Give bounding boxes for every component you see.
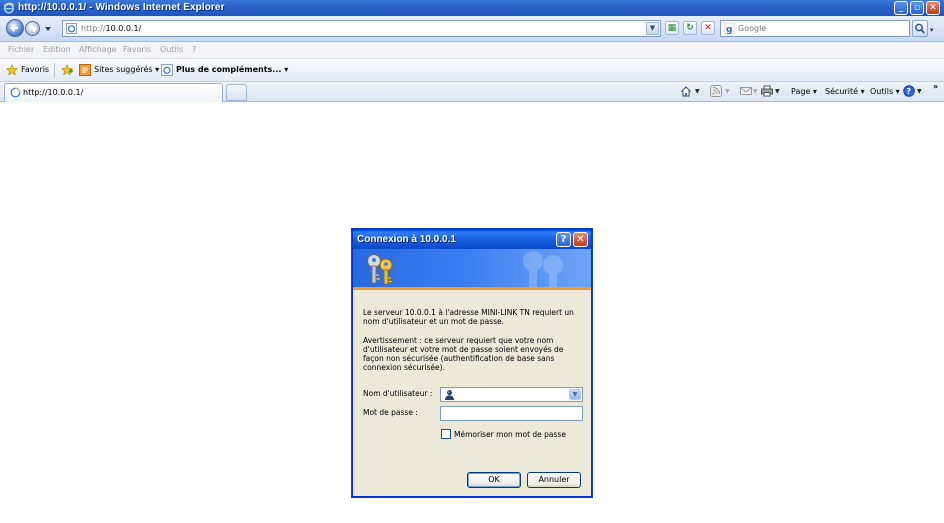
dialog-close-button[interactable]: ✕	[573, 232, 588, 247]
tab-label: http://10.0.0.1/	[23, 88, 84, 97]
search-box[interactable]: g	[720, 20, 910, 37]
favorites-star-icon	[6, 64, 18, 76]
suggested-sites-icon	[79, 64, 91, 76]
new-tab-button[interactable]	[226, 84, 247, 101]
menu-edition[interactable]: Edition	[43, 45, 71, 54]
dialog-banner	[353, 249, 591, 290]
add-favorite-icon[interactable]	[61, 64, 73, 76]
address-bar[interactable]: http://10.0.0.1/ ▼	[62, 20, 661, 37]
search-input[interactable]	[738, 22, 906, 35]
menu-help[interactable]: ?	[192, 45, 196, 54]
more-addons-button[interactable]: Plus de compléments... ▾	[176, 65, 288, 74]
close-window-button[interactable]: ✕	[926, 1, 940, 15]
ok-button[interactable]: OK	[467, 472, 521, 488]
back-button[interactable]	[6, 19, 24, 37]
refresh-icon[interactable]: ↻	[683, 21, 697, 35]
more-commands-chevron[interactable]: »	[933, 82, 938, 91]
back-arrow-icon	[10, 24, 18, 32]
remember-password-checkbox[interactable]	[441, 429, 451, 439]
svg-text:g: g	[726, 25, 732, 34]
menu-affichage[interactable]: Affichage	[79, 45, 117, 54]
mail-dropdown[interactable]: ▼	[753, 88, 758, 95]
svg-text:?: ?	[906, 87, 911, 96]
forward-button[interactable]	[25, 21, 40, 36]
window-title: http://10.0.0.1/ - Windows Internet Expl…	[18, 2, 225, 13]
keys-watermark-icon	[523, 251, 563, 287]
home-icon[interactable]	[680, 85, 692, 97]
security-menu[interactable]: Sécurité ▾	[825, 87, 865, 96]
cancel-button[interactable]: Annuler	[527, 472, 581, 488]
page-favicon-icon	[66, 23, 77, 34]
tab-loading-icon	[10, 87, 21, 98]
forward-arrow-icon	[30, 25, 38, 33]
favorites-separator	[54, 63, 55, 78]
minimize-button[interactable]: _	[894, 1, 908, 15]
dialog-message: Le serveur 10.0.0.1 à l'adresse MINI-LIN…	[363, 308, 574, 326]
favorites-button[interactable]: Favoris	[21, 65, 49, 74]
page-menu[interactable]: Page ▾	[791, 87, 817, 96]
compatibility-view-icon[interactable]: ▦	[665, 21, 679, 35]
feeds-dropdown[interactable]: ▼	[725, 88, 730, 95]
password-field[interactable]	[440, 406, 583, 421]
address-url: http://10.0.0.1/	[81, 24, 142, 33]
mail-icon[interactable]	[740, 85, 752, 97]
favorites-bar: Favoris Sites suggérés ▾ Plus de complém…	[0, 59, 944, 82]
menu-fichier[interactable]: Fichier	[8, 45, 34, 54]
username-dropdown-button[interactable]: ▼	[569, 389, 581, 400]
google-icon: g	[724, 23, 735, 34]
tab-current[interactable]: http://10.0.0.1/	[4, 83, 223, 102]
login-dialog: Connexion à 10.0.0.1 ? ✕ Le serveur 10.0…	[352, 229, 592, 497]
feeds-icon[interactable]	[710, 85, 722, 97]
dialog-help-button[interactable]: ?	[556, 232, 571, 247]
dialog-title: Connexion à 10.0.0.1	[357, 234, 456, 245]
search-button[interactable]	[912, 20, 928, 37]
username-combobox[interactable]: ▼	[440, 387, 583, 402]
suggested-sites-button[interactable]: Sites suggérés ▾	[94, 65, 159, 74]
username-label: Nom d'utilisateur :	[363, 389, 433, 398]
address-dropdown-button[interactable]: ▼	[646, 22, 659, 35]
ie-logo-icon	[3, 2, 15, 14]
tools-menu[interactable]: Outils ▾	[870, 87, 900, 96]
magnifier-icon	[915, 23, 925, 34]
dialog-warning: Avertissement : ce serveur requiert que …	[363, 336, 564, 372]
home-dropdown[interactable]: ▼	[695, 88, 700, 95]
menu-outils[interactable]: Outils	[160, 45, 183, 54]
stop-icon[interactable]: ✕	[701, 21, 715, 35]
print-dropdown[interactable]: ▼	[775, 88, 780, 95]
menu-favoris[interactable]: Favoris	[123, 45, 151, 54]
user-icon	[445, 390, 454, 400]
print-icon[interactable]	[761, 85, 773, 97]
window-titlebar: http://10.0.0.1/ - Windows Internet Expl…	[0, 0, 944, 16]
web-slice-icon	[161, 64, 173, 76]
address-toolbar: http://10.0.0.1/ ▼ ▦ ↻ ✕ g ▾	[0, 16, 944, 42]
dialog-titlebar: Connexion à 10.0.0.1 ? ✕	[353, 230, 591, 249]
history-dropdown-icon[interactable]	[44, 25, 52, 33]
maximize-button[interactable]: ▫	[910, 1, 924, 15]
remember-password-label[interactable]: Mémoriser mon mot de passe	[454, 430, 566, 439]
search-options-dropdown[interactable]: ▾	[930, 26, 934, 34]
help-dropdown[interactable]: ▼	[917, 88, 922, 95]
keys-icon	[367, 254, 393, 285]
help-icon[interactable]: ?	[903, 85, 915, 97]
password-label: Mot de passe :	[363, 408, 418, 417]
menu-bar: Fichier Edition Affichage Favoris Outils…	[0, 42, 944, 59]
